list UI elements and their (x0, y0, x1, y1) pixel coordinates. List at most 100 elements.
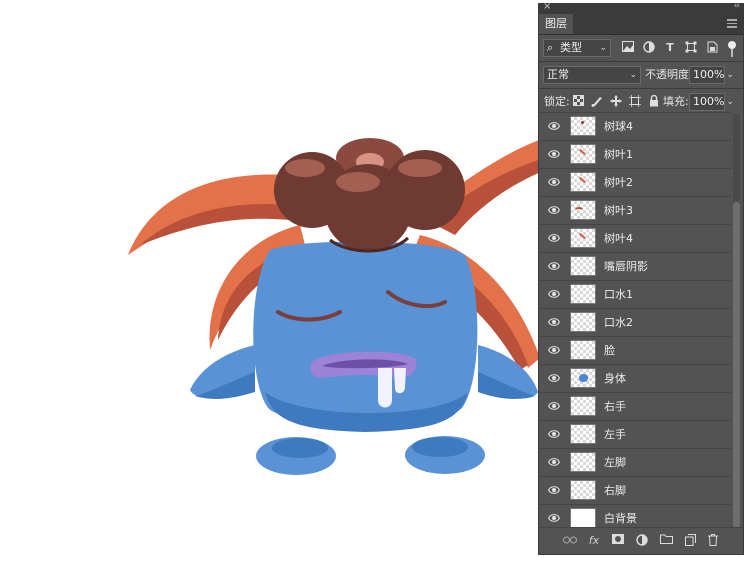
adjustment-layer-icon[interactable] (635, 534, 649, 548)
scrollbar-thumb[interactable] (733, 202, 740, 528)
layer-name[interactable]: 树叶2 (604, 169, 633, 197)
layer-name[interactable]: 口水1 (604, 281, 633, 309)
layer-row[interactable]: 左脚 (539, 448, 731, 476)
fill-field[interactable]: 100% ⌄ (689, 93, 734, 111)
blend-mode-select[interactable]: 正常 ⌄ (543, 66, 641, 84)
layer-name[interactable]: 嘴唇阴影 (604, 253, 648, 281)
layer-row[interactable]: 左手 (539, 420, 731, 448)
layer-name[interactable]: 身体 (604, 365, 626, 393)
layer-row[interactable]: 脸 (539, 336, 731, 364)
layer-name[interactable]: 口水2 (604, 309, 633, 337)
layer-name[interactable]: 脸 (604, 337, 615, 365)
visibility-eye-icon[interactable] (547, 205, 561, 215)
panel-menu-icon[interactable] (727, 19, 737, 28)
layer-name[interactable]: 左脚 (604, 449, 626, 477)
visibility-eye-icon[interactable] (547, 177, 561, 187)
layer-thumbnail[interactable] (570, 368, 596, 388)
smart-object-filter-icon[interactable] (705, 41, 719, 55)
visibility-eye-icon[interactable] (547, 261, 561, 271)
type-filter-icon[interactable]: T (663, 41, 677, 55)
close-panel-icon[interactable]: × (543, 1, 551, 12)
visibility-eye-icon[interactable] (547, 373, 561, 383)
visibility-eye-icon[interactable] (547, 317, 561, 327)
layer-name[interactable]: 树叶3 (604, 197, 633, 225)
lock-all-icon[interactable] (647, 94, 661, 109)
link-layers-icon[interactable] (563, 534, 577, 548)
tab-layers[interactable]: 图层 (539, 14, 573, 34)
layer-row[interactable]: 树叶1 (539, 140, 731, 168)
fill-value: 100% (693, 95, 725, 108)
visibility-eye-icon[interactable] (547, 401, 561, 411)
layer-row[interactable]: 树叶4 (539, 224, 731, 252)
adjustment-filter-icon[interactable] (642, 41, 656, 55)
body (253, 241, 478, 425)
new-layer-icon[interactable] (683, 534, 697, 548)
blend-mode-value: 正常 (547, 68, 569, 81)
chevron-down-icon[interactable]: ⌄ (726, 94, 734, 110)
layer-thumbnail[interactable] (570, 116, 596, 136)
visibility-eye-icon[interactable] (547, 457, 561, 467)
visibility-eye-icon[interactable] (547, 345, 561, 355)
layer-thumbnail[interactable] (570, 172, 596, 192)
folder-icon[interactable] (659, 534, 673, 548)
filter-toggle[interactable] (728, 41, 736, 59)
fx-icon[interactable]: fx (587, 534, 601, 548)
lock-transparent-pixels-icon[interactable] (571, 95, 585, 109)
chevron-down-icon: ⌄ (599, 43, 607, 53)
fill-label: 填充: (663, 95, 689, 108)
layer-thumbnail[interactable] (570, 284, 596, 304)
layer-list-scrollbar[interactable] (733, 114, 740, 530)
visibility-eye-icon[interactable] (547, 429, 561, 439)
layer-thumbnail[interactable] (570, 200, 596, 220)
layers-bottom-bar: fx (539, 527, 743, 554)
shape-filter-icon[interactable] (684, 41, 698, 55)
layer-thumbnail[interactable] (570, 340, 596, 360)
layer-row[interactable]: 右脚 (539, 476, 731, 504)
layer-row[interactable]: 嘴唇阴影 (539, 252, 731, 280)
layer-thumbnail[interactable] (570, 452, 596, 472)
layer-thumbnail[interactable] (570, 256, 596, 276)
layer-name[interactable]: 左手 (604, 421, 626, 449)
layer-thumbnail[interactable] (570, 396, 596, 416)
visibility-eye-icon[interactable] (547, 513, 561, 523)
chevron-down-icon[interactable]: ⌄ (726, 67, 734, 83)
lock-image-pixels-icon[interactable] (590, 95, 604, 109)
layer-row[interactable]: 树叶3 (539, 196, 731, 224)
layers-panel: × ‹‹ 图层 ⌕ 类型 ⌄ T 正常 ⌄ 不透明度: 100% ⌄ 锁定: 填… (538, 1, 744, 555)
lock-position-icon[interactable] (609, 95, 623, 109)
layer-row[interactable]: 口水2 (539, 308, 731, 336)
layer-row[interactable]: 右手 (539, 392, 731, 420)
filter-row: ⌕ 类型 ⌄ T (539, 35, 743, 61)
opacity-field[interactable]: 100% ⌄ (689, 66, 734, 84)
layer-row[interactable]: 口水1 (539, 280, 731, 308)
blend-row: 正常 ⌄ 不透明度: 100% ⌄ (539, 62, 743, 88)
layer-name[interactable]: 树叶1 (604, 141, 633, 169)
layer-row[interactable]: 身体 (539, 364, 731, 392)
layer-thumbnail[interactable] (570, 312, 596, 332)
layer-thumbnail[interactable] (570, 424, 596, 444)
collapse-panel-icon[interactable]: ‹‹ (734, 1, 740, 11)
image-filter-icon[interactable] (621, 41, 635, 55)
layer-row[interactable]: 树叶2 (539, 168, 731, 196)
layer-thumbnail[interactable] (570, 144, 596, 164)
layer-name[interactable]: 右手 (604, 393, 626, 421)
chevron-down-icon: ⌄ (629, 70, 637, 80)
layer-name[interactable]: 右脚 (604, 477, 626, 505)
layer-thumbnail[interactable] (570, 508, 596, 528)
panel-titlebar: × ‹‹ (539, 1, 743, 14)
layer-mask-icon[interactable] (611, 534, 625, 548)
visibility-eye-icon[interactable] (547, 233, 561, 243)
layer-row[interactable]: 树球4 (539, 112, 731, 140)
visibility-eye-icon[interactable] (547, 289, 561, 299)
layer-thumbnail[interactable] (570, 228, 596, 248)
trash-icon[interactable] (706, 534, 720, 548)
layer-name[interactable]: 树球4 (604, 113, 633, 141)
lock-artboard-icon[interactable] (628, 95, 642, 109)
visibility-eye-icon[interactable] (547, 149, 561, 159)
filter-kind-label: 类型 (560, 41, 582, 54)
layer-thumbnail[interactable] (570, 480, 596, 500)
visibility-eye-icon[interactable] (547, 485, 561, 495)
filter-kind-select[interactable]: ⌕ 类型 ⌄ (543, 39, 611, 57)
visibility-eye-icon[interactable] (547, 121, 561, 131)
layer-name[interactable]: 树叶4 (604, 225, 633, 253)
